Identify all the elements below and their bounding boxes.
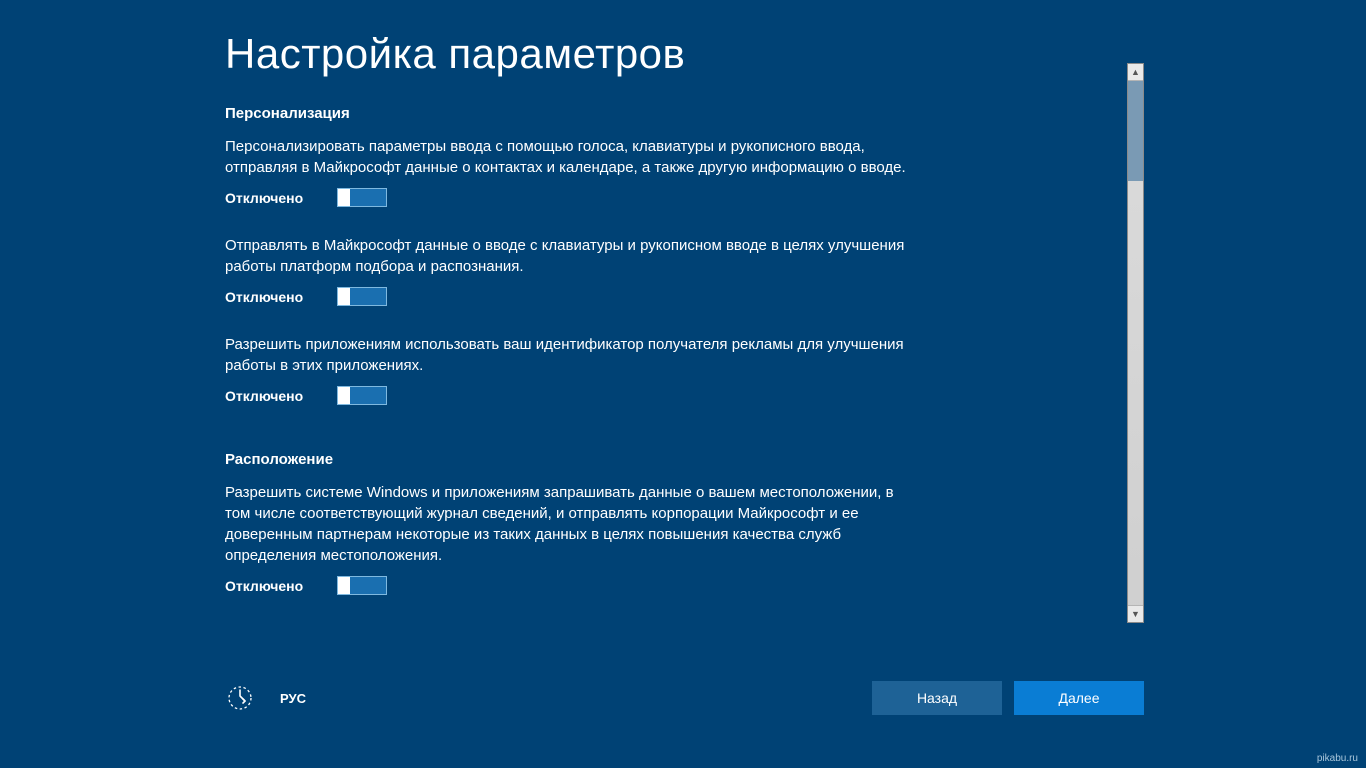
footer-bar: РУС Назад Далее: [225, 678, 1144, 718]
toggle-state-label: Отключено: [225, 388, 315, 404]
toggle-switch[interactable]: [337, 576, 387, 595]
section-heading-personalization: Персонализация: [225, 105, 915, 122]
setting-item: Разрешить системе Windows и приложениям …: [225, 482, 915, 595]
language-selector[interactable]: РУС: [280, 691, 306, 706]
chevron-up-icon: ▲: [1131, 67, 1140, 77]
page-title: Настройка параметров: [225, 30, 685, 78]
back-button[interactable]: Назад: [872, 681, 1002, 715]
setting-item: Персонализировать параметры ввода с помо…: [225, 136, 915, 207]
toggle-state-label: Отключено: [225, 289, 315, 305]
toggle-knob: [338, 189, 350, 206]
scrollbar-up-button[interactable]: ▲: [1128, 64, 1143, 81]
setting-item: Разрешить приложениям использовать ваш и…: [225, 334, 915, 405]
toggle-state-label: Отключено: [225, 578, 315, 594]
chevron-down-icon: ▼: [1131, 609, 1140, 619]
toggle-state-label: Отключено: [225, 190, 315, 206]
setting-item: Отправлять в Майкрософт данные о вводе с…: [225, 235, 915, 306]
watermark: pikabu.ru: [1317, 753, 1358, 764]
toggle-knob: [338, 577, 350, 594]
section-heading-location: Расположение: [225, 451, 915, 468]
toggle-switch[interactable]: [337, 287, 387, 306]
scrollbar-down-button[interactable]: ▼: [1128, 605, 1143, 622]
settings-content: Персонализация Персонализировать парамет…: [225, 105, 915, 623]
setting-description: Разрешить приложениям использовать ваш и…: [225, 334, 915, 376]
toggle-switch[interactable]: [337, 386, 387, 405]
toggle-knob: [338, 288, 350, 305]
scrollbar-thumb[interactable]: [1128, 81, 1143, 181]
toggle-switch[interactable]: [337, 188, 387, 207]
next-button[interactable]: Далее: [1014, 681, 1144, 715]
ease-of-access-icon[interactable]: [225, 683, 255, 713]
setting-description: Персонализировать параметры ввода с помо…: [225, 136, 915, 178]
setting-description: Отправлять в Майкрософт данные о вводе с…: [225, 235, 915, 277]
toggle-knob: [338, 387, 350, 404]
scrollbar[interactable]: ▲ ▼: [1127, 63, 1144, 623]
setting-description: Разрешить системе Windows и приложениям …: [225, 482, 915, 566]
